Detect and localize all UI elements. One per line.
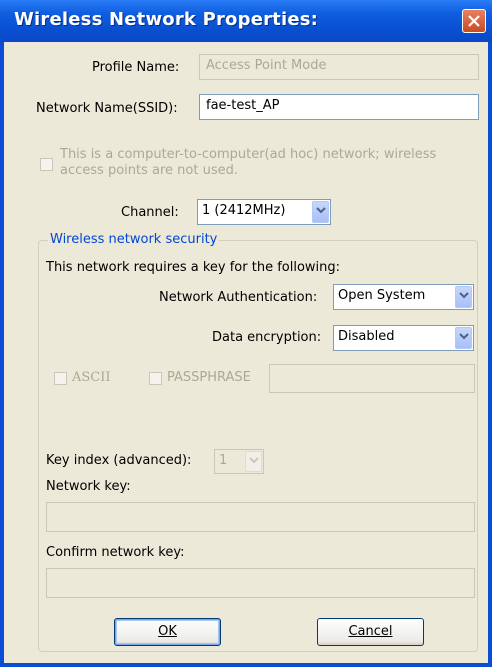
passphrase-label: PASSPHRASE — [167, 370, 251, 385]
adhoc-label-line2: access points are not used. — [60, 163, 238, 178]
auth-select[interactable]: Open System — [333, 284, 474, 310]
ok-button-label: OK — [158, 624, 177, 639]
network-key-label: Network key: — [46, 479, 131, 494]
window-title: Wireless Network Properties: — [14, 9, 319, 30]
key-index-label: Key index (advanced): — [46, 453, 192, 468]
passphrase-checkbox[interactable] — [149, 372, 162, 385]
auth-value: Open System — [338, 288, 426, 303]
encryption-select[interactable]: Disabled — [333, 325, 474, 351]
title-bar[interactable]: Wireless Network Properties: — [0, 0, 492, 42]
cancel-button-label: Cancel — [348, 624, 393, 639]
encryption-label: Data encryption: — [212, 330, 322, 345]
profile-name-field[interactable]: Access Point Mode — [199, 54, 479, 80]
dialog-body: Profile Name: Access Point Mode Network … — [4, 42, 488, 663]
ascii-checkbox[interactable] — [54, 372, 67, 385]
channel-select[interactable]: 1 (2412MHz) — [197, 199, 331, 225]
key-index-value: 1 — [219, 453, 228, 468]
ascii-label: ASCII — [72, 370, 111, 385]
close-icon — [468, 15, 480, 27]
ok-button[interactable]: OK — [114, 618, 221, 646]
network-key-field[interactable] — [46, 502, 475, 532]
ssid-input[interactable]: fae-test_AP — [199, 94, 479, 120]
chevron-down-icon — [249, 457, 259, 464]
auth-label: Network Authentication: — [159, 290, 318, 305]
ssid-label: Network Name(SSID): — [36, 101, 178, 116]
chevron-down-icon — [316, 207, 326, 214]
auth-dropdown-button[interactable] — [455, 286, 472, 308]
security-intro: This network requires a key for the foll… — [46, 260, 341, 275]
key-index-dropdown-button[interactable] — [245, 451, 262, 472]
encryption-value: Disabled — [338, 329, 395, 344]
channel-value: 1 (2412MHz) — [202, 203, 286, 218]
key-index-select[interactable]: 1 — [214, 449, 264, 474]
cancel-button[interactable]: Cancel — [317, 618, 424, 646]
channel-label: Channel: — [121, 205, 179, 220]
profile-name-label: Profile Name: — [92, 60, 180, 75]
security-group-title: Wireless network security — [48, 232, 220, 247]
confirm-key-field[interactable] — [46, 568, 475, 598]
confirm-key-label: Confirm network key: — [46, 545, 185, 560]
adhoc-label-line1: This is a computer-to-computer(ad hoc) n… — [60, 147, 437, 162]
adhoc-checkbox[interactable] — [40, 158, 53, 171]
close-button[interactable] — [462, 9, 486, 33]
channel-dropdown-button[interactable] — [312, 201, 329, 223]
chevron-down-icon — [459, 292, 469, 299]
dialog-window: Wireless Network Properties: Profile Nam… — [0, 0, 492, 667]
chevron-down-icon — [459, 333, 469, 340]
encryption-dropdown-button[interactable] — [455, 327, 472, 349]
passphrase-field[interactable] — [269, 364, 475, 393]
